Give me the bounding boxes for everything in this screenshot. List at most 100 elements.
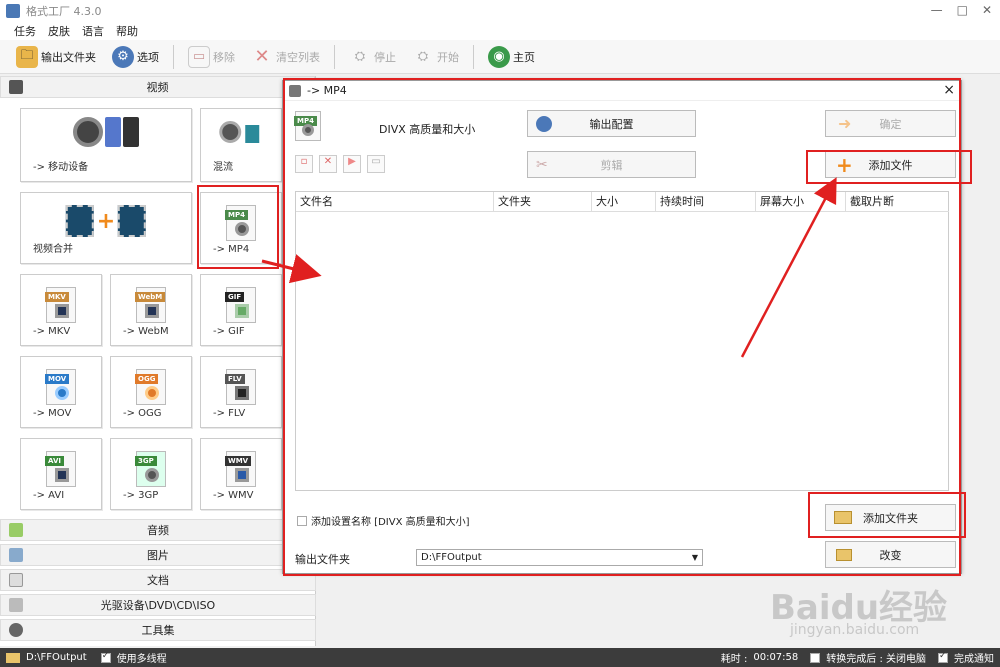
highlight-mp4-tile [197,185,279,269]
film-icon [9,80,23,94]
stop-icon: ⛭ [354,49,366,64]
start-button[interactable]: ⛭ 开始 [406,43,465,71]
home-label: 主页 [513,50,535,64]
tile-mux[interactable]: 混流 [200,108,282,182]
conversion-panel: 视频 -> 移动设备 混流 + 视频合并 MP4 -> MP4 MKV -> M… [0,76,316,646]
multithread-label: 使用多线程 [116,654,167,665]
menu-help[interactable]: 帮助 [116,23,138,39]
ogg-icon: OGG [135,369,166,405]
toolbar: 🗀 输出文件夹 ⚙ 选项 ▭ 移除 ✕ 清空列表 ⛭ 停止 ⛭ 开始 ◉ 主页 [0,40,1000,74]
menu-bar: 任务 皮肤 语言 帮助 [0,22,1000,40]
picture-icon [9,548,23,562]
disc-drive-icon [9,598,23,612]
mobile-device-icon [73,117,139,147]
tools-icon [9,623,23,637]
shutdown-checkbox[interactable] [810,652,821,663]
tile-label: -> 3GP [123,490,159,501]
tile-video-merge[interactable]: + 视频合并 [20,192,192,264]
webm-icon: WebM [135,287,166,323]
tile-mkv[interactable]: MKV -> MKV [20,274,102,346]
tile-label: -> FLV [213,408,246,419]
category-tools[interactable]: 工具集 [0,619,316,641]
music-icon [9,523,23,537]
globe-icon: ◉ [488,45,510,68]
clear-list-label: 清空列表 [276,50,320,64]
remove-button[interactable]: ▭ 移除 [182,43,241,71]
start-icon: ⛭ [417,49,429,64]
options-button[interactable]: ⚙ 选项 [106,43,165,71]
tile-wmv[interactable]: WMV -> WMV [200,438,282,510]
category-disc[interactable]: 光驱设备\DVD\CD\ISO [0,594,316,616]
category-video[interactable]: 视频 [0,76,315,98]
category-document[interactable]: 文档 [0,569,316,591]
3gp-icon: 3GP [135,451,166,487]
wmv-icon: WMV [225,451,256,487]
stop-button[interactable]: ⛭ 停止 [343,43,402,71]
stop-label: 停止 [374,50,396,64]
merge-icon: + [65,205,147,237]
tile-label: -> MKV [33,326,71,337]
tile-label: -> WMV [213,490,254,501]
status-bar: D:\FFOutput 使用多线程 耗时 : 00:07:58 转换完成后 : … [0,648,1000,667]
mkv-icon: MKV [45,287,76,323]
gif-icon: GIF [225,287,256,323]
tile-webm[interactable]: WebM -> WebM [110,274,192,346]
clear-list-button[interactable]: ✕ 清空列表 [245,43,326,71]
tile-ogg[interactable]: OGG -> OGG [110,356,192,428]
highlight-add-file [806,150,972,184]
minimize-button[interactable]: — [931,3,943,17]
output-folder-label: 输出文件夹 [41,50,96,64]
multithread-checkbox[interactable] [100,651,111,663]
tile-gif[interactable]: GIF -> GIF [200,274,282,346]
mux-icon [219,121,259,146]
tile-label: 混流 [213,162,233,173]
tile-label: -> OGG [123,408,162,419]
flv-icon: FLV [225,369,256,405]
status-path: D:\FFOutput [26,652,87,663]
menu-language[interactable]: 语言 [82,23,104,39]
notify-checkbox[interactable] [938,651,948,663]
avi-icon: AVI [45,451,76,487]
notify-label: 完成通知 [954,654,994,665]
close-button[interactable]: ✕ [982,3,992,17]
tile-label: -> GIF [213,326,245,337]
category-audio[interactable]: 音频 [0,519,316,541]
toolbar-separator [473,44,474,69]
tile-label: -> 移动设备 [33,162,89,173]
tile-3gp[interactable]: 3GP -> 3GP [110,438,192,510]
tile-mov[interactable]: MOV -> MOV [20,356,102,428]
remove-label: 移除 [213,50,235,64]
tile-mobile-device[interactable]: -> 移动设备 [20,108,192,182]
menu-skin[interactable]: 皮肤 [48,23,70,39]
document-icon [9,573,23,587]
watermark-url: jingyan.baidu.com [790,622,920,638]
clear-icon: ✕ [254,46,270,67]
category-label: 文档 [147,574,169,587]
category-label: 视频 [146,81,169,94]
tile-avi[interactable]: AVI -> AVI [20,438,102,510]
category-label: 工具集 [141,624,175,637]
category-label: 音频 [147,524,169,537]
category-picture[interactable]: 图片 [0,544,316,566]
window-title: 格式工厂 4.3.0 [26,5,102,18]
app-icon [6,4,20,18]
tile-label: -> WebM [123,326,169,337]
menu-task[interactable]: 任务 [14,23,36,39]
highlight-add-folder [808,492,966,538]
title-bar: 格式工厂 4.3.0 — □ ✕ [0,0,1000,22]
mov-icon: MOV [45,369,76,405]
elapsed-time: 00:07:58 [753,652,799,663]
home-button[interactable]: ◉ 主页 [482,43,541,71]
options-label: 选项 [137,50,159,64]
folder-icon [6,652,20,663]
folder-icon: 🗀 [16,45,38,68]
category-label: 图片 [147,549,169,562]
toolbar-separator [334,44,335,69]
output-folder-button[interactable]: 🗀 输出文件夹 [10,43,102,71]
category-label: 光驱设备\DVD\CD\ISO [100,599,216,612]
tile-flv[interactable]: FLV -> FLV [200,356,282,428]
tile-label: 视频合并 [33,244,73,255]
gear-icon: ⚙ [112,45,134,68]
maximize-button[interactable]: □ [957,3,968,17]
start-label: 开始 [437,50,459,64]
